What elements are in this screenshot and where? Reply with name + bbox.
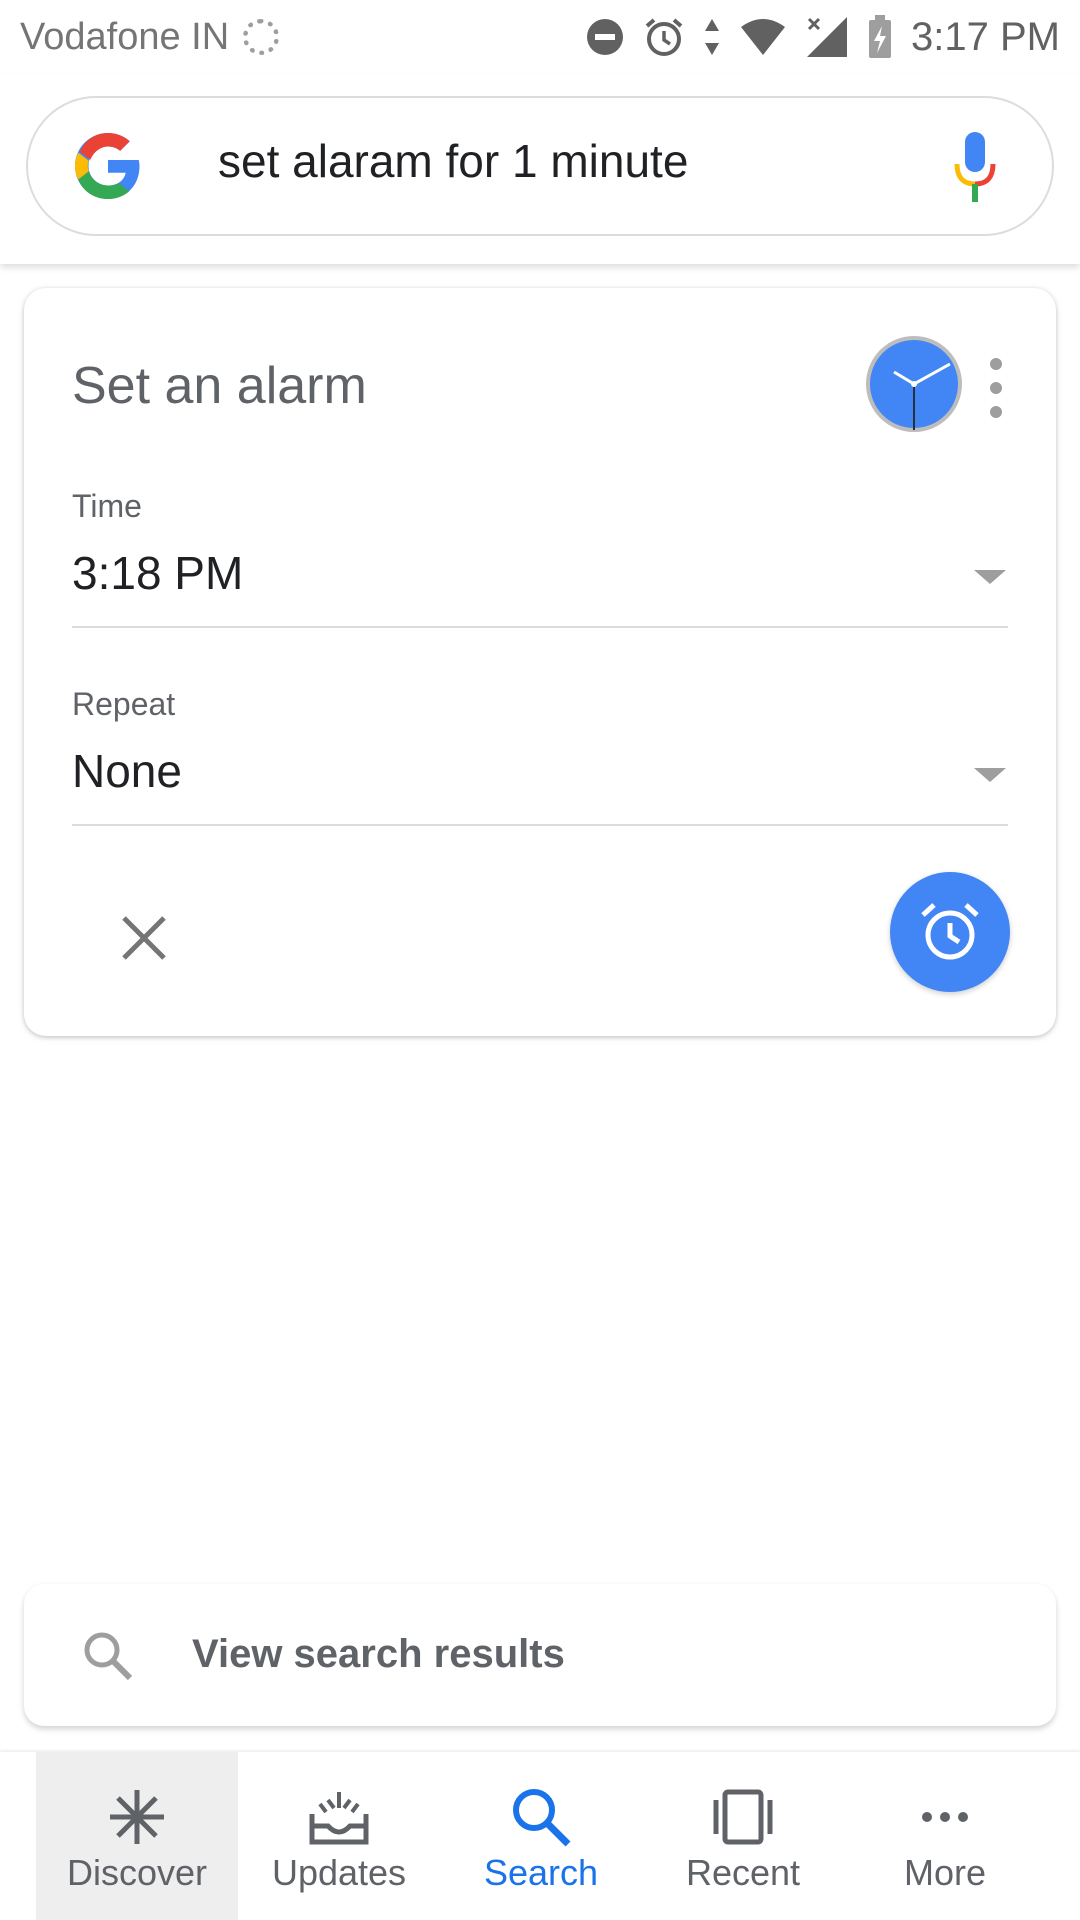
asterisk-icon	[110, 1790, 164, 1844]
battery-charging-icon	[869, 15, 892, 58]
card-title: Set an alarm	[72, 357, 367, 415]
clock-app-icon	[866, 336, 962, 432]
mic-icon[interactable]	[950, 128, 1000, 208]
nav-more-label: More	[903, 1852, 987, 1893]
more-options-icon[interactable]	[984, 358, 1008, 418]
nav-recent-label: Recent	[685, 1852, 801, 1893]
search-query-text[interactable]: set alaram for 1 minute	[218, 134, 688, 188]
close-icon[interactable]	[104, 898, 184, 978]
repeat-label: Repeat	[72, 686, 176, 722]
view-search-results-button[interactable]: View search results	[24, 1584, 1056, 1726]
search-header: set alaram for 1 minute	[0, 74, 1080, 264]
nav-discover[interactable]: Discover	[36, 1752, 238, 1920]
search-icon	[513, 1789, 571, 1847]
more-dots-icon	[922, 1812, 968, 1822]
repeat-dropdown-icon[interactable]	[974, 768, 1006, 782]
nav-updates-label: Updates	[271, 1852, 407, 1893]
status-right: 3:17 PM	[585, 14, 1060, 60]
status-time: 3:17 PM	[911, 14, 1060, 59]
repeat-underline	[72, 824, 1008, 826]
status-bar: Vodafone IN 3:17 PM	[0, 0, 1080, 74]
data-arrows-icon	[705, 19, 720, 55]
alarm-icon	[645, 18, 683, 56]
repeat-value[interactable]: None	[72, 744, 182, 798]
search-icon	[84, 1632, 133, 1681]
loading-icon	[243, 19, 280, 55]
no-signal-icon	[807, 17, 848, 57]
set-alarm-button[interactable]	[890, 872, 1010, 992]
bottom-nav: Discover Updates Search Recent More	[0, 1752, 1080, 1920]
alarm-clock-icon	[921, 903, 979, 960]
time-value[interactable]: 3:18 PM	[72, 546, 243, 600]
carrier-name: Vodafone IN	[20, 15, 230, 58]
time-dropdown-icon[interactable]	[974, 570, 1006, 584]
google-g-logo	[75, 133, 140, 199]
nav-recent[interactable]: Recent	[642, 1752, 844, 1920]
wifi-icon	[741, 19, 786, 55]
time-underline	[72, 626, 1008, 628]
status-left: Vodafone IN	[20, 15, 280, 59]
recent-icon	[713, 1789, 773, 1845]
time-label: Time	[72, 488, 142, 524]
nav-search[interactable]: Search	[440, 1752, 642, 1920]
nav-discover-label: Discover	[66, 1852, 208, 1893]
nav-updates[interactable]: Updates	[238, 1752, 440, 1920]
search-box[interactable]: set alaram for 1 minute	[26, 96, 1054, 236]
view-search-results-label: View search results	[192, 1632, 565, 1676]
do-not-disturb-icon	[587, 19, 624, 55]
nav-search-label: Search	[483, 1852, 599, 1893]
set-alarm-card: Set an alarm Time 3:18 PM Repeat None	[24, 288, 1056, 1036]
inbox-icon	[309, 1792, 369, 1845]
nav-more[interactable]: More	[844, 1752, 1046, 1920]
